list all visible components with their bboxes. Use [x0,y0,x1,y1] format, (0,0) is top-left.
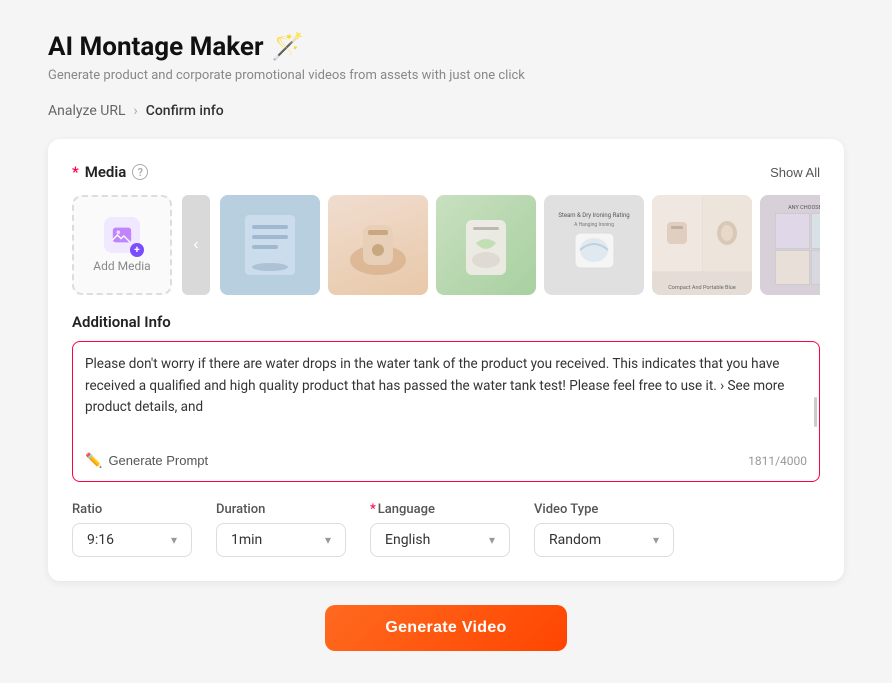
video-type-label: Video Type [534,502,674,517]
language-required-star: * [370,502,376,517]
media-label-text: Media [85,163,127,181]
thumb-5b-svg [713,218,741,248]
generate-video-section: Generate Video [48,605,844,651]
page-title-text: AI Montage Maker [48,32,264,62]
ratio-chevron-icon: ▾ [171,533,177,547]
language-value: English [385,532,430,548]
scrollbar-indicator [814,397,817,427]
options-row: Ratio 9:16 ▾ Duration 1min ▾ * Language [72,502,820,557]
text-area-footer: ✏️ Generate Prompt 1811/4000 [85,452,807,469]
ratio-label: Ratio [72,502,192,517]
thumbnail-6[interactable]: ANY CHOOSE NO. [760,195,820,295]
media-thumbnails: Steam & Dry Ironing Rating A Hanging Iro… [220,195,820,295]
language-label: * Language [370,502,510,517]
language-select[interactable]: English ▾ [370,523,510,557]
show-all-button[interactable]: Show All [770,165,820,180]
thumb-4-svg [567,228,622,278]
breadcrumb-step1: Analyze URL [48,103,126,119]
thumbnail-3[interactable] [436,195,536,295]
thumb-3-svg [451,205,521,285]
duration-chevron-icon: ▾ [325,533,331,547]
thumb-1-svg [240,205,300,285]
media-header: * Media ? Show All [72,163,820,181]
duration-group: Duration 1min ▾ [216,502,346,557]
media-label: * Media ? [72,163,148,181]
pencil-icon: ✏️ [85,452,102,469]
generate-prompt-button[interactable]: ✏️ Generate Prompt [85,452,208,469]
thumbnail-2[interactable] [328,195,428,295]
page-title: AI Montage Maker 🪄 [48,32,844,62]
main-card: * Media ? Show All + Add Media [48,139,844,581]
nav-arrow-left[interactable]: ‹ [182,195,210,295]
char-count: 1811/4000 [748,454,807,468]
thumb-5a-svg [663,218,691,248]
additional-info-label: Additional Info [72,313,820,331]
page-title-emoji: 🪄 [272,32,304,62]
video-type-select[interactable]: Random ▾ [534,523,674,557]
info-icon[interactable]: ? [132,164,148,180]
duration-select[interactable]: 1min ▾ [216,523,346,557]
add-media-box[interactable]: + Add Media [72,195,172,295]
additional-info-textarea[interactable] [85,354,807,440]
thumbnail-1[interactable] [220,195,320,295]
video-type-chevron-icon: ▾ [653,533,659,547]
breadcrumb: Analyze URL › Confirm info [48,103,844,119]
duration-value: 1min [231,532,262,548]
language-group: * Language English ▾ [370,502,510,557]
language-chevron-icon: ▾ [489,533,495,547]
page-subtitle: Generate product and corporate promotion… [48,68,844,83]
breadcrumb-step2: Confirm info [146,103,224,119]
generate-video-button[interactable]: Generate Video [325,605,566,651]
video-type-value: Random [549,532,601,548]
media-row: + Add Media ‹ [72,195,820,295]
required-star: * [72,163,79,181]
ratio-select[interactable]: 9:16 ▾ [72,523,192,557]
breadcrumb-separator: › [134,103,138,119]
duration-label: Duration [216,502,346,517]
add-media-icon: + [104,217,140,253]
image-icon [111,224,133,246]
video-type-group: Video Type Random ▾ [534,502,674,557]
text-area-container: ✏️ Generate Prompt 1811/4000 [72,341,820,482]
ratio-value: 9:16 [87,532,114,548]
thumbnail-4[interactable]: Steam & Dry Ironing Rating A Hanging Iro… [544,195,644,295]
generate-prompt-label: Generate Prompt [108,453,208,468]
ratio-group: Ratio 9:16 ▾ [72,502,192,557]
plus-badge: + [130,243,144,257]
add-media-label: Add Media [93,259,150,273]
language-label-text: Language [378,502,435,517]
thumb-2-svg [343,205,413,285]
thumbnail-5[interactable]: Compact And Portable Blue [652,195,752,295]
